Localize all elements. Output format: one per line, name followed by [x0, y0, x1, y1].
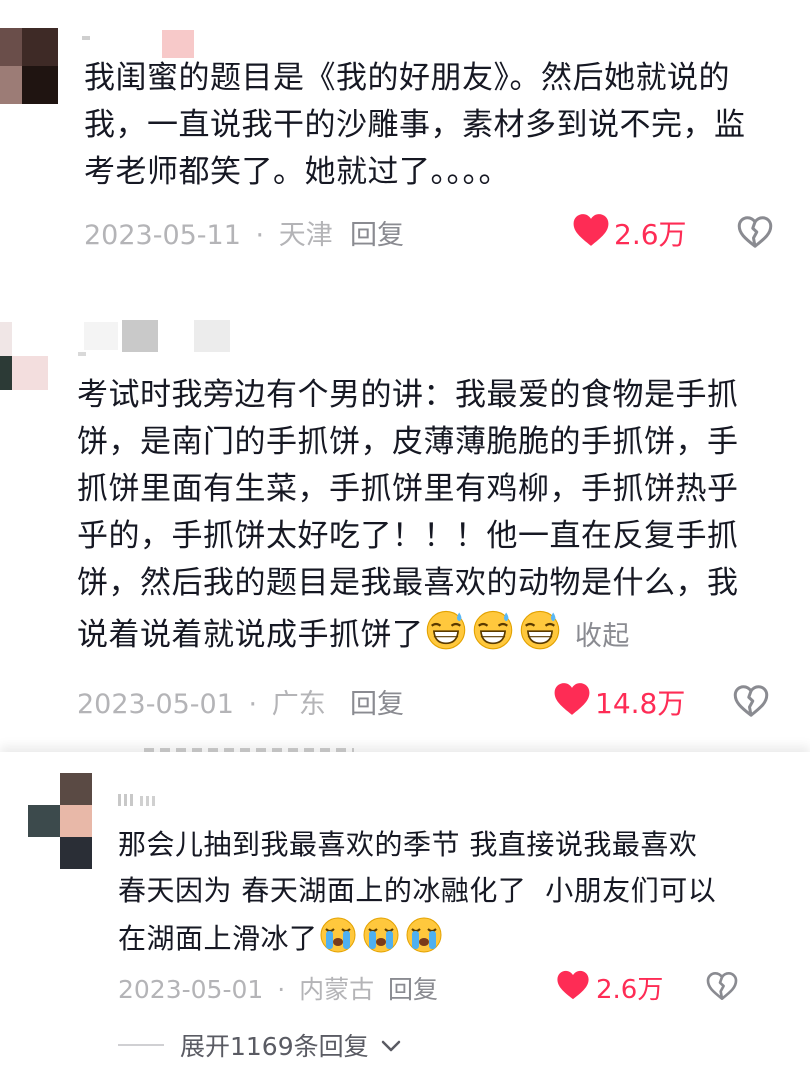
grin-sweat-emoji	[520, 610, 559, 650]
username[interactable]	[118, 792, 178, 808]
reply-button[interactable]: 回复	[388, 970, 438, 1006]
avatar[interactable]	[28, 773, 92, 869]
heart-filled-icon	[557, 970, 589, 1000]
meta-separator: ·	[248, 689, 258, 720]
avatar[interactable]	[0, 28, 58, 104]
comment-text: 我闺蜜的题目是《我的好朋友》。然后她就说的 我，一直说我干的沙雕事，素材多到说不…	[84, 60, 746, 190]
broken-heart-icon[interactable]	[737, 215, 773, 249]
broken-heart-icon[interactable]	[733, 684, 769, 718]
like-count: 2.6万	[614, 218, 687, 251]
grin-sweat-emoji	[473, 610, 512, 650]
avatar[interactable]	[0, 322, 48, 390]
loudly-crying-emoji	[406, 917, 442, 953]
comment-date: 2023-05-01	[77, 689, 234, 720]
chevron-down-icon	[381, 1040, 400, 1052]
heart-filled-icon	[554, 683, 590, 715]
comment-date: 2023-05-01	[118, 975, 264, 1004]
comment-meta: 2023-05-11 · 天津	[84, 213, 333, 252]
comment-date: 2023-05-11	[84, 220, 241, 251]
loudly-crying-emoji	[363, 917, 399, 953]
meta-separator: ·	[255, 220, 265, 251]
comment-location: 天津	[278, 220, 333, 251]
username[interactable]	[78, 318, 238, 358]
comment-text: 那会儿抽到我最喜欢的季节 我直接说我最喜欢 春天因为 春天湖面上的冰融化了 小朋…	[118, 828, 717, 955]
broken-heart-icon[interactable]	[706, 971, 738, 1001]
like-count: 14.8万	[595, 687, 686, 720]
grin-sweat-emoji	[426, 610, 465, 650]
expand-replies-label: 展开1169条回复	[180, 1032, 369, 1061]
meta-separator: ·	[277, 975, 286, 1004]
reply-button[interactable]: 回复	[350, 213, 404, 252]
comment-text: 考试时我旁边有个男的讲：我最爱的食物是手抓 饼，是南门的手抓饼，皮薄薄脆脆的手抓…	[77, 377, 739, 653]
comment-meta: 2023-05-01 · 内蒙古	[118, 970, 374, 1006]
collapse-button[interactable]: 收起	[575, 621, 630, 652]
comment-location: 内蒙古	[299, 975, 375, 1004]
comment-location: 广东	[271, 689, 326, 720]
reply-button[interactable]: 回复	[350, 682, 404, 721]
loudly-crying-emoji	[320, 917, 356, 953]
username[interactable]	[82, 30, 202, 58]
expand-divider	[118, 1044, 164, 1046]
expand-replies-button[interactable]: 展开1169条回复	[180, 1027, 401, 1063]
heart-filled-icon	[573, 214, 609, 246]
comment-meta: 2023-05-01 · 广东	[77, 682, 326, 721]
like-count: 2.6万	[596, 975, 664, 1005]
